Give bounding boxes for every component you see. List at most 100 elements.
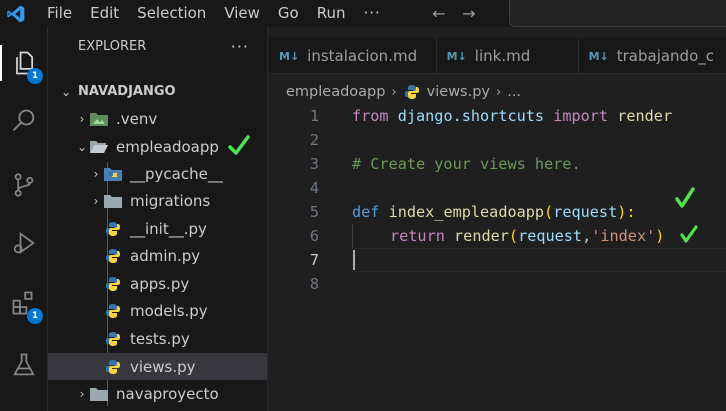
python-icon <box>104 331 122 347</box>
tab-instalacion[interactable]: M↓ instalacion.md <box>269 38 437 74</box>
bracket: ( <box>508 227 519 245</box>
code-line: 8 <box>269 272 726 296</box>
check-mark-icon <box>680 225 698 243</box>
tree-item-label: admin.py <box>130 246 201 265</box>
argument: request <box>518 227 583 245</box>
markdown-icon: M↓ <box>588 49 609 63</box>
code-line: 2 <box>269 128 726 152</box>
tree-item-label: models.py <box>130 301 208 320</box>
chevron-right-icon: › <box>79 386 85 401</box>
menu-bar: File Edit Selection View Go Run ··· <box>38 0 390 27</box>
project-root[interactable]: ⌄ NAVADJANGO <box>48 78 267 105</box>
menu-go[interactable]: Go <box>269 0 308 27</box>
command-center[interactable] <box>509 0 726 27</box>
menu-view[interactable]: View <box>215 0 269 27</box>
tree-item-label: __init__.py <box>130 219 207 238</box>
tree-item-label: views.py <box>130 357 196 376</box>
breadcrumb-folder[interactable]: empleadoapp <box>286 84 385 100</box>
tree-item-models[interactable]: models.py <box>48 297 267 324</box>
tree-item-tests[interactable]: tests.py <box>48 325 267 352</box>
folder-open-icon <box>90 139 108 155</box>
explorer-icon[interactable]: 1 <box>0 39 48 87</box>
tree-item-label: empleadoapp <box>116 137 219 156</box>
activity-bar: 1 1 <box>0 27 48 411</box>
explorer-header: EXPLORER ··· <box>48 27 267 65</box>
code-line: 3 # Create your views here. <box>269 152 726 176</box>
breadcrumb: empleadoapp › views.py › ... <box>269 80 521 104</box>
line-number: 7 <box>309 251 319 269</box>
run-debug-icon[interactable] <box>0 219 48 267</box>
code-line: 4 <box>269 176 726 200</box>
extensions-badge: 1 <box>27 308 43 324</box>
testing-icon[interactable] <box>0 341 48 389</box>
check-mark-icon <box>228 135 250 155</box>
line-number: 3 <box>309 155 319 173</box>
parameter: request <box>553 203 618 221</box>
folder-icon <box>90 386 108 402</box>
tab-label: link.md <box>474 47 531 65</box>
keyword: return <box>390 227 445 245</box>
menu-file[interactable]: File <box>38 0 81 27</box>
tree-item-apps[interactable]: apps.py <box>48 270 267 297</box>
title-bar: File Edit Selection View Go Run ··· ← → <box>0 0 726 27</box>
python-icon <box>104 221 122 237</box>
bracket: ( <box>544 203 554 221</box>
tree-item-label: migrations <box>130 191 211 210</box>
tree-item-views[interactable]: views.py <box>48 353 267 380</box>
tree-item-navaproyecto[interactable]: › navaproyecto <box>48 380 267 407</box>
tab-link[interactable]: M↓ link.md <box>437 38 579 74</box>
tab-label: instalacion.md <box>307 47 418 65</box>
search-icon[interactable] <box>0 97 48 145</box>
tree-item-label: .venv <box>116 109 158 128</box>
menu-run[interactable]: Run <box>308 0 355 27</box>
code-editor[interactable]: 1 from django.shortcuts import render 2 … <box>269 104 726 411</box>
extensions-icon[interactable]: 1 <box>0 279 48 327</box>
editor-tabs: M↓ instalacion.md M↓ link.md M↓ trabajan… <box>269 38 726 74</box>
code-text: return render(request,'index') <box>390 227 664 245</box>
tab-trabajando[interactable]: M↓ trabajando_c <box>579 38 726 74</box>
explorer-more-icon[interactable]: ··· <box>231 37 249 56</box>
chevron-right-icon: › <box>93 193 99 208</box>
python-icon <box>104 248 122 264</box>
line-number: 2 <box>309 131 319 149</box>
function-name: render <box>454 227 509 245</box>
chevron-right-icon: › <box>93 166 99 181</box>
tree-item-pycache[interactable]: › __pycache__ <box>48 160 267 187</box>
breadcrumb-file[interactable]: views.py <box>427 84 490 100</box>
menu-selection[interactable]: Selection <box>128 0 215 27</box>
chevron-right-icon: › <box>496 84 502 100</box>
tab-label: trabajando_c <box>616 47 714 65</box>
function-name: index_empleadoapp <box>388 203 545 221</box>
tree-item-init[interactable]: __init__.py <box>48 215 267 242</box>
tree-item-venv[interactable]: › .venv <box>48 105 267 132</box>
vscode-logo-icon[interactable] <box>4 2 28 26</box>
tree-item-migrations[interactable]: › migrations <box>48 187 267 214</box>
menu-edit[interactable]: Edit <box>81 0 128 27</box>
tree-item-admin[interactable]: admin.py <box>48 242 267 269</box>
tree-item-label: __pycache__ <box>130 164 223 183</box>
chevron-right-icon: › <box>391 84 397 100</box>
check-mark-icon <box>675 187 695 208</box>
tree-item-label: tests.py <box>130 329 190 348</box>
python-icon <box>104 276 122 292</box>
breadcrumb-more[interactable]: ... <box>507 84 521 100</box>
python-icon <box>104 359 122 375</box>
line-number: 1 <box>309 107 319 125</box>
bracket: ): <box>617 203 636 221</box>
chevron-right-icon: › <box>79 111 85 126</box>
line-number: 6 <box>309 227 319 245</box>
explorer-title: EXPLORER <box>78 38 147 54</box>
explorer-badge: 1 <box>27 68 43 84</box>
import-name: render <box>617 107 673 125</box>
forward-arrow-icon[interactable]: → <box>454 4 484 23</box>
string: 'index' <box>591 227 656 245</box>
code-line: 7 <box>269 248 726 272</box>
line-number: 4 <box>309 179 319 197</box>
back-arrow-icon[interactable]: ← <box>424 4 454 23</box>
menu-more-icon[interactable]: ··· <box>355 0 390 27</box>
bracket: ) <box>655 227 665 245</box>
code-line: 6 return render(request,'index') <box>269 224 726 248</box>
source-control-icon[interactable] <box>0 161 48 209</box>
code-line: 1 from django.shortcuts import render <box>269 104 726 128</box>
folder-python-icon <box>104 166 122 182</box>
